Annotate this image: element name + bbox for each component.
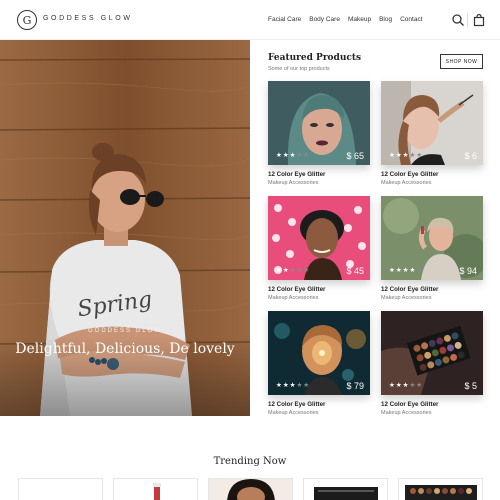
product-image[interactable]: ★★★★★ $ 65 <box>268 81 370 165</box>
product-card[interactable]: ★★★★★ $ 6 12 Color Eye Glitter Makeup Ac… <box>381 81 483 186</box>
product-price: $ 45 <box>346 266 364 276</box>
rating-stars: ★★★★★ <box>389 152 424 159</box>
trending-card[interactable] <box>113 478 198 500</box>
rating-stars: ★★★★★ <box>276 267 311 274</box>
product-category: Makeup Accessories <box>268 180 319 186</box>
product-price: $ 79 <box>346 381 364 391</box>
hero-title: Delightful, Delicious, De lovely <box>15 341 235 357</box>
product-image[interactable]: ★★★★★ $ 6 <box>381 81 483 165</box>
trending-image <box>153 483 161 500</box>
product-card[interactable]: ★★★★★ $ 79 12 Color Eye Glitter Makeup A… <box>268 311 370 416</box>
product-price: $ 5 <box>464 381 477 391</box>
rating-stars: ★★★★★ <box>389 267 424 274</box>
brand-name[interactable]: GODDESS GLOW <box>43 15 133 22</box>
product-name[interactable]: 12 Color Eye Glitter <box>268 171 370 178</box>
trending-title: Trending Now <box>213 456 287 467</box>
product-card[interactable]: ★★★★★ $ 5 12 Color Eye Glitter Makeup Ac… <box>381 311 483 416</box>
nav-item-facial-care[interactable]: Facial Care <box>268 16 301 23</box>
rating-stars: ★★★★★ <box>389 382 424 389</box>
product-card[interactable]: ★★★★★ $ 65 12 Color Eye Glitter Makeup A… <box>268 81 370 186</box>
product-category: Makeup Accessories <box>381 410 432 416</box>
product-name[interactable]: 12 Color Eye Glitter <box>381 286 483 293</box>
logo-icon[interactable]: G <box>17 10 37 30</box>
product-category: Makeup Accessories <box>381 180 432 186</box>
product-card[interactable]: ★★★★★ $ 94 12 Color Eye Glitter Makeup A… <box>381 196 483 301</box>
product-price: $ 94 <box>459 266 477 276</box>
shop-now-button[interactable]: SHOP NOW <box>440 54 483 69</box>
trending-image <box>314 487 378 500</box>
product-card[interactable]: ★★★★★ $ 45 12 Color Eye Glitter Makeup A… <box>268 196 370 301</box>
product-name[interactable]: 12 Color Eye Glitter <box>381 171 483 178</box>
nav-item-contact[interactable]: Contact <box>400 16 422 23</box>
search-icon[interactable] <box>451 13 465 27</box>
rating-stars: ★★★★★ <box>276 152 311 159</box>
header-divider <box>467 13 468 27</box>
hero-banner[interactable]: Spring GODDESS GLOW Delightful, Deliciou… <box>0 40 250 416</box>
trending-card[interactable] <box>398 478 483 500</box>
shopping-bag-icon[interactable] <box>472 13 486 27</box>
nav-item-blog[interactable]: Blog <box>379 16 392 23</box>
product-image[interactable]: ★★★★★ $ 5 <box>381 311 483 395</box>
rating-stars: ★★★★★ <box>276 382 311 389</box>
trending-card[interactable] <box>18 478 103 500</box>
featured-title: Featured Products <box>268 53 362 63</box>
product-category: Makeup Accessories <box>268 410 319 416</box>
product-price: $ 65 <box>346 151 364 161</box>
main-nav: Facial Care Body Care Makeup Blog Contac… <box>268 16 423 23</box>
product-image[interactable]: ★★★★★ $ 94 <box>381 196 483 280</box>
product-image[interactable]: ★★★★★ $ 79 <box>268 311 370 395</box>
product-name[interactable]: 12 Color Eye Glitter <box>381 401 483 408</box>
trending-image <box>405 485 477 500</box>
trending-card[interactable] <box>208 478 293 500</box>
product-price: $ 6 <box>464 151 477 161</box>
nav-item-makeup[interactable]: Makeup <box>348 16 371 23</box>
trending-card[interactable] <box>303 478 388 500</box>
product-name[interactable]: 12 Color Eye Glitter <box>268 286 370 293</box>
product-name[interactable]: 12 Color Eye Glitter <box>268 401 370 408</box>
hero-kicker: GODDESS GLOW <box>87 328 162 334</box>
trending-image <box>209 479 292 500</box>
nav-item-body-care[interactable]: Body Care <box>309 16 340 23</box>
product-category: Makeup Accessories <box>268 295 319 301</box>
product-image[interactable]: ★★★★★ $ 45 <box>268 196 370 280</box>
product-category: Makeup Accessories <box>381 295 432 301</box>
featured-subtitle: Some of our top products <box>268 66 330 72</box>
site-header: G GODDESS GLOW Facial Care Body Care Mak… <box>0 0 500 40</box>
